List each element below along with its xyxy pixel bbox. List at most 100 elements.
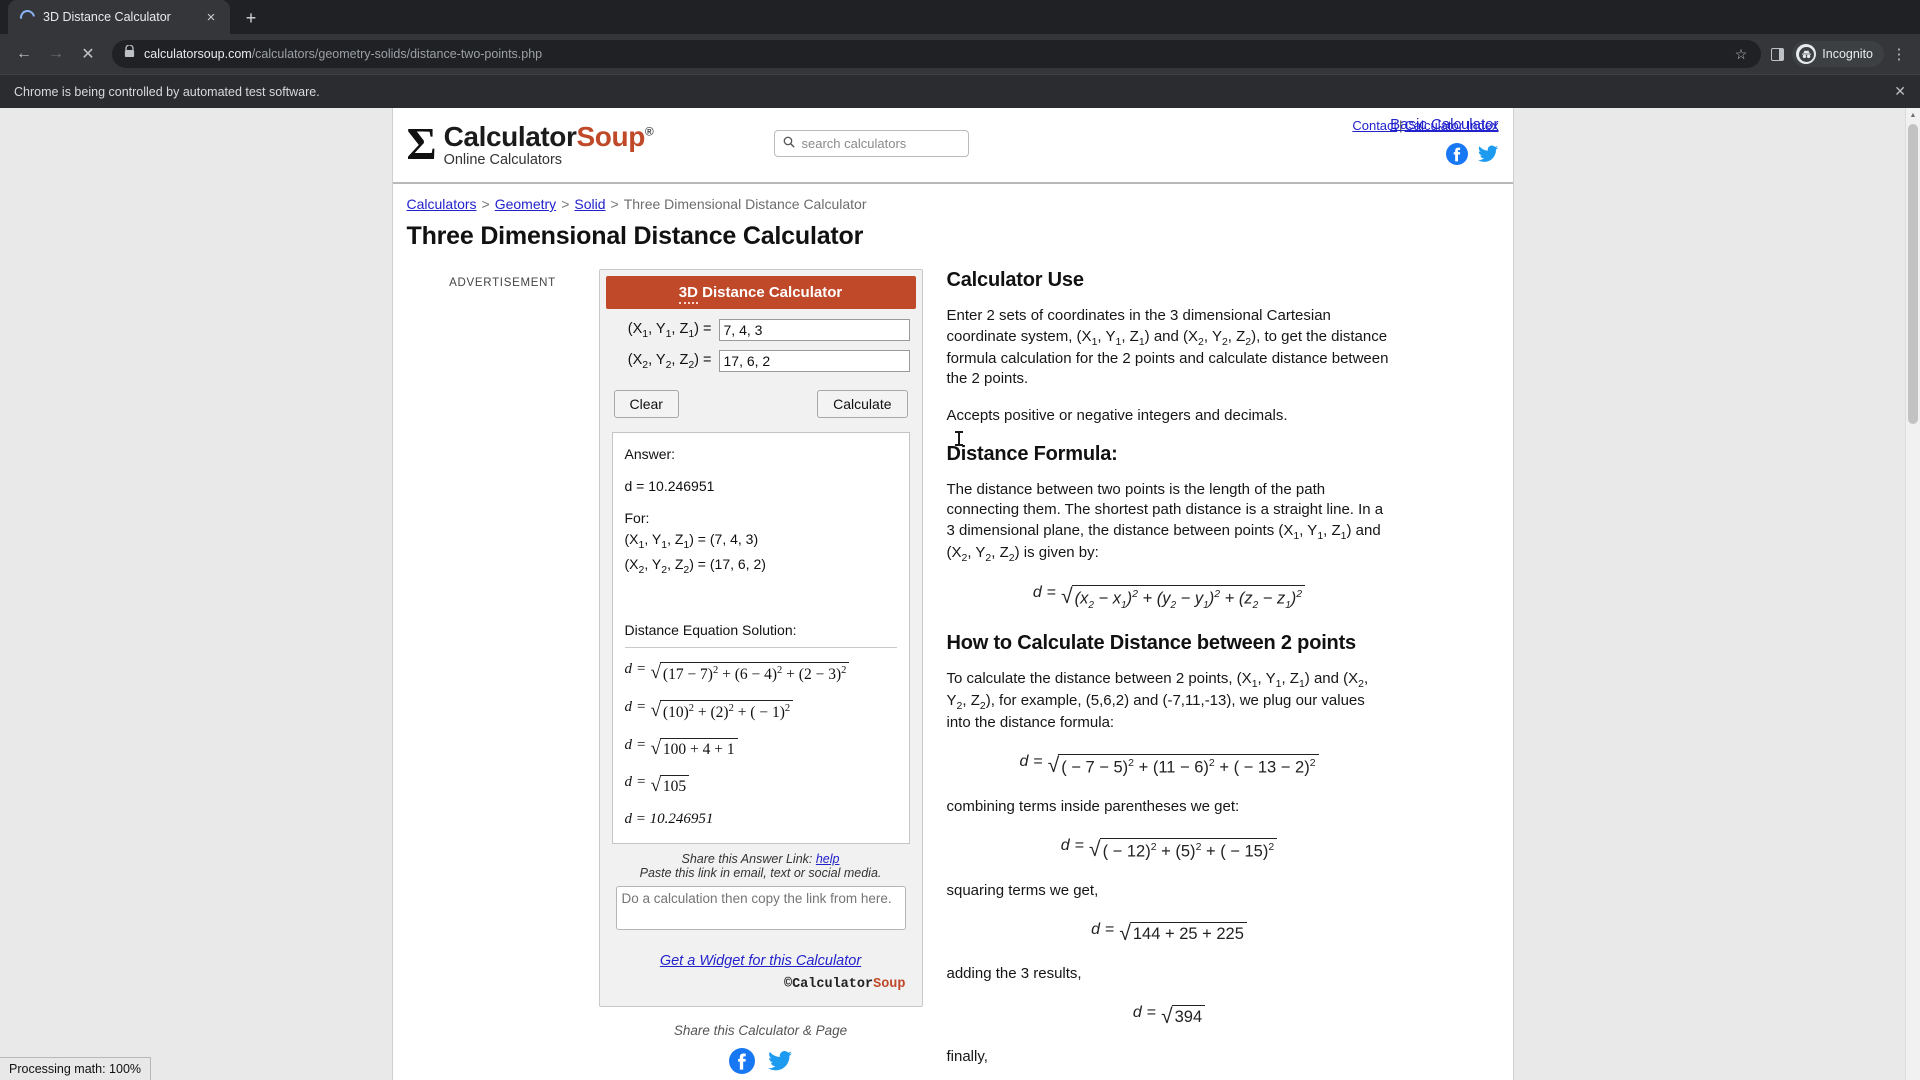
scrollbar-thumb[interactable]	[1908, 124, 1918, 424]
get-widget-link[interactable]: Get a Widget for this Calculator	[660, 953, 861, 969]
bookmark-star-icon[interactable]: ☆	[1735, 46, 1748, 63]
formula-example-radicand: ( − 7 − 5)2 + (11 − 6)2 + ( − 13 − 2)2	[1058, 754, 1319, 777]
browser-window: 3D Distance Calculator × + ← → ✕ calcula…	[0, 0, 1920, 1080]
point1-label: (X1, Y1, Z1) =	[627, 320, 712, 340]
forward-button-icon: →	[48, 45, 64, 62]
site-header: Σ CalculatorSoup® Online Calculators sea…	[392, 108, 1513, 184]
share-help-link[interactable]: help	[816, 852, 840, 866]
formula-main: d = √ (x2 − x1)2 + (y2 − y1)2 + (z2 − z1…	[947, 581, 1392, 631]
step3-radical: √ 100 + 4 + 1	[650, 738, 738, 759]
step3-d: d	[624, 737, 633, 754]
formula-squared-radical: √ 144 + 25 + 225	[1119, 922, 1247, 944]
registered-trademark-icon: ®	[644, 124, 654, 139]
new-tab-button[interactable]: +	[240, 7, 262, 29]
radical-sign-icon: √	[1047, 754, 1060, 777]
facebook-icon[interactable]	[1445, 143, 1468, 165]
share-paste-line: Paste this link in email, text or social…	[639, 865, 882, 880]
formula-example-d: d	[1019, 753, 1029, 770]
step4-radical: √ 105	[650, 774, 690, 796]
infobar-close-icon[interactable]: ✕	[1894, 83, 1906, 100]
search-box[interactable]: search calculators	[773, 130, 969, 157]
formula-combined: d = √ ( − 12)2 + (5)2 + ( − 15)2	[947, 834, 1392, 881]
clear-button[interactable]: Clear	[613, 390, 679, 418]
right-column: Calculator Use Enter 2 sets of coordinat…	[923, 269, 1499, 1080]
browser-menu-icon[interactable]: ⋮	[1888, 47, 1910, 62]
point2-row: (X2, Y2, Z2) =	[612, 350, 910, 372]
answer-box: Answer: d = 10.246951 For: (X1, Y1, Z1) …	[611, 432, 910, 844]
incognito-profile-button[interactable]: Incognito	[1792, 41, 1884, 67]
tab-loading-spinner-icon	[17, 6, 38, 28]
solution-step-1: d = √ (17 − 7)2 + (6 − 4)2 + (2 − 3)2	[625, 650, 897, 688]
twitter-icon[interactable]	[1477, 143, 1499, 165]
paragraph-example: To calculate the distance between 2 poin…	[946, 669, 1369, 732]
url-domain: calculatorsoup.com	[144, 47, 252, 61]
address-bar-url: calculatorsoup.com/calculators/geometry-…	[144, 47, 542, 61]
page-scroll-area: Σ CalculatorSoup® Online Calculators sea…	[0, 108, 1905, 1080]
twitter-icon[interactable]	[767, 1048, 793, 1078]
radical-sign-icon: √	[650, 700, 661, 722]
formula-combined-d: d	[1060, 837, 1070, 855]
scroll-up-arrow-icon[interactable]: ▲	[1906, 108, 1920, 123]
calculate-button[interactable]: Calculate	[817, 390, 908, 418]
advertisement-label: ADVERTISEMENT	[449, 277, 556, 289]
calculator-title-rest: Distance Calculator	[697, 284, 843, 301]
radical-sign-icon: √	[1061, 585, 1073, 609]
site-logo[interactable]: Σ CalculatorSoup® Online Calculators	[407, 120, 654, 169]
radical-sign-icon: √	[650, 662, 661, 684]
point2-input[interactable]	[718, 350, 910, 372]
formula-example: d = √ ( − 7 − 5)2 + (11 − 6)2 + ( − 13 −…	[947, 750, 1392, 797]
tab-title: 3D Distance Calculator	[43, 10, 171, 24]
share-link-textarea[interactable]	[615, 885, 906, 930]
step2-radical: √ (10)2 + (2)2 + ( − 1)2	[650, 700, 794, 722]
point1-input[interactable]	[718, 319, 910, 341]
breadcrumb-current: Three Dimensional Distance Calculator	[623, 196, 867, 212]
formula-combined-equals: =	[1074, 837, 1085, 855]
browser-toolbar: ← → ✕ calculatorsoup.com/calculators/geo…	[0, 34, 1920, 74]
radical-sign-icon: √	[650, 774, 661, 796]
formula-main-radicand: (x2 − x1)2 + (y2 − y1)2 + (z2 − z1)2	[1071, 585, 1306, 611]
side-panel-icon[interactable]	[1771, 47, 1785, 61]
header-social-row	[1352, 143, 1498, 165]
page-title: Three Dimensional Distance Calculator	[406, 222, 864, 250]
search-icon	[783, 135, 795, 152]
stop-loading-icon[interactable]: ✕	[74, 40, 102, 68]
answer-for-label: For:	[624, 510, 650, 526]
formula-sum-radical: √ 394	[1161, 1004, 1206, 1027]
facebook-icon[interactable]	[728, 1047, 755, 1078]
heading-how-to-calculate: How to Calculate Distance between 2 poin…	[946, 631, 1357, 654]
breadcrumb-item-geometry[interactable]: Geometry	[495, 196, 556, 212]
share-page-icons	[599, 1047, 923, 1078]
formula-squared-d: d	[1091, 921, 1100, 939]
basic-calculator-link[interactable]: Basic Calculator	[1390, 116, 1498, 133]
solution-step-3: d = √ 100 + 4 + 1	[625, 726, 897, 763]
search-input-placeholder[interactable]: search calculators	[802, 136, 907, 151]
browser-tab[interactable]: 3D Distance Calculator ×	[8, 0, 230, 34]
back-button-icon[interactable]: ←	[10, 40, 38, 68]
automation-infobar-text: Chrome is being controlled by automated …	[14, 84, 320, 99]
radical-sign-icon: √	[1089, 838, 1101, 862]
formula-sum-d: d	[1132, 1003, 1142, 1021]
footer-brand-calculator: Calculator	[792, 976, 874, 992]
basic-calculator-area: Basic Calculator	[1390, 116, 1498, 133]
breadcrumb-item-calculators[interactable]: Calculators	[407, 196, 477, 212]
address-bar[interactable]: calculatorsoup.com/calculators/geometry-…	[112, 40, 1762, 68]
calculator-title-3d: 3D	[678, 284, 698, 304]
answer-point2: (X2, Y2, Z2) = (17, 6, 2)	[624, 555, 766, 576]
page-scrollbar[interactable]: ▲	[1905, 108, 1920, 1080]
answer-point1: (X1, Y1, Z1) = (7, 4, 3)	[624, 531, 759, 551]
step2-d: d	[624, 699, 633, 716]
breadcrumb-separator: >	[561, 196, 570, 212]
breadcrumb-separator: >	[610, 196, 619, 212]
brand-tagline: Online Calculators	[443, 152, 563, 169]
breadcrumb-item-solid[interactable]: Solid	[574, 196, 605, 212]
formula-example-radical: √ ( − 7 − 5)2 + (11 − 6)2 + ( − 13 − 2)2	[1048, 754, 1319, 777]
point2-label: (X2, Y2, Z2) =	[627, 351, 712, 371]
page-viewport: Σ CalculatorSoup® Online Calculators sea…	[0, 108, 1920, 1080]
status-bar: Processing math: 100%	[0, 1057, 152, 1080]
formula-sum-equals: =	[1146, 1003, 1157, 1021]
tab-close-icon[interactable]: ×	[200, 6, 222, 28]
breadcrumb-separator: >	[481, 196, 490, 212]
calculator-body: (X1, Y1, Z1) = (X2, Y2, Z2) = Clear	[606, 309, 916, 1000]
brand-name: CalculatorSoup®	[444, 122, 654, 151]
footer-brand-soup: Soup	[873, 976, 906, 992]
